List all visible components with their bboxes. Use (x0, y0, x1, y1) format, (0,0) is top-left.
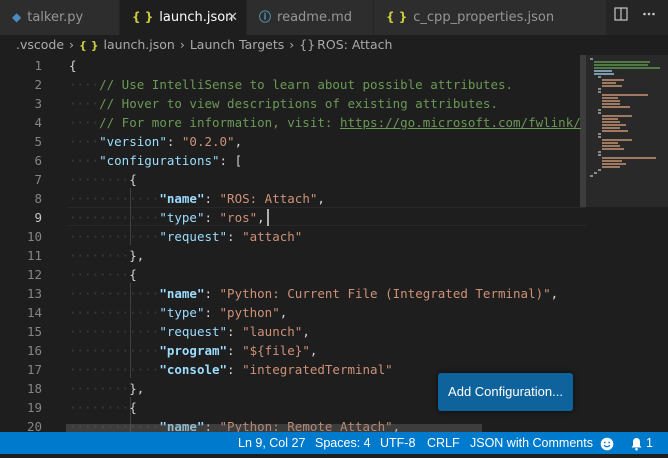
code-line-8: ············"name": "ROS: Attach", (69, 191, 325, 206)
code-line-9: ············"type": "ros", (69, 210, 265, 225)
tab-label: talker.py (27, 10, 84, 25)
bell-icon[interactable] (630, 436, 643, 458)
tab-c-cpp-properties-json[interactable]: { } c_cpp_properties.json (374, 0, 606, 35)
breadcrumb-folder[interactable]: .vscode (0, 35, 64, 55)
code-line-11: ········}, (69, 248, 145, 263)
line-number: 14 (26, 305, 42, 320)
code-line-19: ········{ (69, 400, 137, 415)
horizontal-scrollbar[interactable] (66, 424, 482, 432)
feedback-smiley-icon[interactable] (600, 436, 614, 458)
code-line-4: ····// For more information, visit: http… (69, 115, 581, 130)
text-cursor (267, 209, 269, 226)
status-encoding[interactable]: UTF-8 (380, 432, 415, 454)
line-number: 15 (26, 324, 42, 339)
more-actions-icon[interactable] (638, 0, 660, 35)
line-number: 4 (34, 115, 42, 130)
line-number: 11 (26, 248, 42, 263)
line-number: 9 (34, 210, 42, 225)
object-icon: {} (299, 37, 316, 52)
tab-bar: ◆ talker.py { } launch.json ✕ ⓘ readme.md {… (0, 0, 668, 35)
line-number: 3 (34, 96, 42, 111)
tab-launch-json[interactable]: { } launch.json ✕ (120, 0, 246, 35)
code-line-10: ············"request": "attach" (69, 229, 303, 244)
breadcrumb-item[interactable]: ROS: Attach (317, 35, 392, 55)
python-icon: ◆ (12, 10, 22, 24)
status-bar: Ln 9, Col 27 Spaces: 4 UTF-8 CRLF JSON w… (0, 432, 668, 454)
code-line-2: ····// Use IntelliSense to learn about p… (69, 77, 514, 92)
code-line-12: ········{ (69, 267, 137, 282)
tab-label: readme.md (277, 10, 353, 25)
line-number: 5 (34, 134, 42, 149)
minimap[interactable] (586, 55, 668, 432)
status-eol[interactable]: CRLF (427, 432, 460, 454)
code-line-17: ············"console": "integratedTermin… (69, 362, 393, 377)
line-number: 7 (34, 172, 42, 187)
line-number: 2 (34, 77, 42, 92)
json-braces-icon: { } (386, 10, 408, 24)
status-language-mode[interactable]: JSON with Comments (470, 432, 593, 454)
code-line-7: ········{ (69, 172, 137, 187)
line-number: 16 (26, 343, 42, 358)
breadcrumb: .vscode › { } launch.json › Launch Targets › {}… (0, 35, 668, 55)
code-line-16: ············"program": "${file}", (69, 343, 318, 358)
tab-label: launch.json (159, 10, 234, 25)
json-braces-icon: { } (79, 39, 99, 52)
notification-count[interactable]: 1 (646, 432, 653, 454)
line-number: 17 (26, 362, 42, 377)
code-line-3: ····// Hover to view descriptions of exi… (69, 96, 498, 111)
line-number: 8 (34, 191, 42, 206)
tab-label: c_cpp_properties.json (413, 10, 555, 25)
status-indentation[interactable]: Spaces: 4 (315, 432, 371, 454)
line-number: 1 (34, 58, 42, 73)
json-braces-icon: { } (132, 10, 154, 24)
tab-talker-py[interactable]: ◆ talker.py (0, 0, 119, 35)
line-number: 18 (26, 381, 42, 396)
code-line-6: ····"configurations": [ (69, 153, 243, 168)
code-line-1: { (69, 58, 77, 73)
chevron-right-icon: › (179, 37, 185, 52)
line-number: 6 (34, 153, 42, 168)
line-number: 19 (26, 400, 42, 415)
add-configuration-button[interactable]: Add Configuration... (438, 373, 573, 411)
fwlink-url[interactable]: https://go.microsoft.com/fwlink/ (340, 115, 581, 130)
breadcrumb-section[interactable]: Launch Targets (190, 35, 284, 55)
tab-readme-md[interactable]: ⓘ readme.md (247, 0, 373, 35)
line-number: 10 (26, 229, 42, 244)
split-editor-icon[interactable] (610, 0, 632, 35)
chevron-right-icon: › (69, 37, 75, 52)
breadcrumb-file[interactable]: launch.json (104, 35, 175, 55)
line-number: 13 (26, 286, 42, 301)
close-icon[interactable]: ✕ (227, 0, 238, 35)
info-icon: ⓘ (259, 10, 272, 24)
chevron-right-icon: › (289, 37, 295, 52)
code-line-15: ············"request": "launch", (69, 324, 310, 339)
status-cursor-position[interactable]: Ln 9, Col 27 (238, 432, 305, 454)
code-line-13: ············"name": "Python: Current Fil… (69, 286, 559, 301)
code-line-14: ············"type": "python", (69, 305, 288, 320)
line-number: 20 (26, 419, 42, 432)
line-number: 12 (26, 267, 42, 282)
code-line-18: ········}, (69, 381, 145, 396)
code-line-5: ····"version": "0.2.0", (69, 134, 243, 149)
